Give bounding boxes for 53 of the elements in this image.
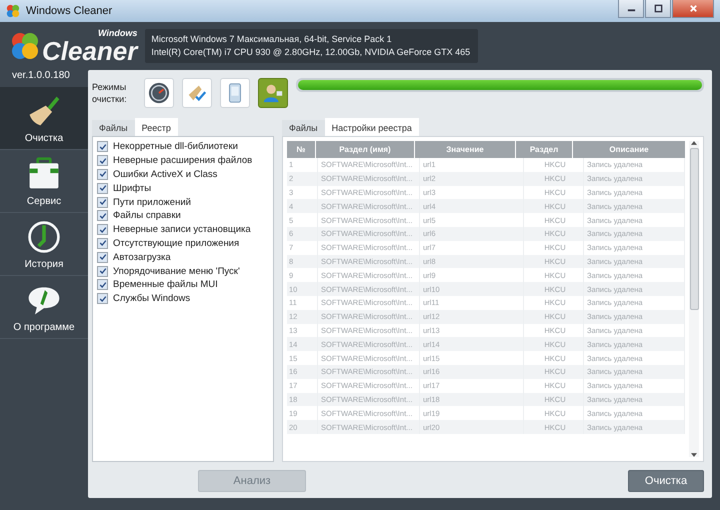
- tab[interactable]: Файлы: [282, 120, 325, 136]
- checkbox[interactable]: [97, 252, 108, 263]
- checkbox-label: Упорядочивание меню 'Пуск': [113, 266, 240, 277]
- checkbox-label: Ошибки ActiveX и Class: [113, 168, 218, 180]
- checkbox[interactable]: [97, 238, 108, 249]
- user-icon: [262, 82, 284, 104]
- checkbox-label: Отсутствующие приложения: [113, 238, 240, 249]
- close-icon: [688, 4, 698, 13]
- mode-button[interactable]: [258, 78, 288, 108]
- app-icon: [6, 4, 20, 18]
- checkbox[interactable]: [97, 168, 108, 180]
- gauge-icon: [148, 82, 170, 104]
- checkbox-label: Файлы справки: [113, 210, 181, 222]
- logo-title: Cleaner: [42, 38, 138, 64]
- modes-label: Режимы очистки:: [92, 81, 128, 105]
- tab[interactable]: Реестр: [134, 118, 178, 136]
- maximize-button[interactable]: [645, 0, 671, 18]
- sidebar-item[interactable]: Очистка: [0, 87, 88, 150]
- checkbox[interactable]: [97, 279, 108, 290]
- clock-icon: [26, 218, 62, 254]
- action-button[interactable]: Очистка: [628, 470, 704, 492]
- checkbox[interactable]: [97, 182, 108, 194]
- checkbox[interactable]: [97, 293, 108, 304]
- sidebar-item[interactable]: О программе: [0, 276, 88, 339]
- checkbox-label: Неверные записи установщика: [113, 224, 251, 236]
- logo-icon: [10, 31, 40, 61]
- checkbox-label: Временные файлы MUI: [113, 279, 218, 290]
- sidebar-item[interactable]: Сервис: [0, 150, 88, 213]
- maximize-icon: [654, 4, 662, 13]
- checkbox[interactable]: [97, 210, 108, 222]
- checkbox-label: Автозагрузка: [113, 252, 171, 263]
- scroll-down-icon[interactable]: [691, 453, 697, 457]
- system-info-line: Microsoft Windows 7 Максимальная, 64-bit, Service Pack 1: [151, 33, 393, 46]
- tab[interactable]: Настройки реестра: [324, 118, 419, 136]
- system-info-line: Intel(R) Core(TM) i7 CPU 930 @ 2.80GHz, 12.00Gb, NVIDIA GeForce GTX 465: [151, 46, 470, 59]
- scroll-up-icon[interactable]: [691, 141, 697, 145]
- logo-subtitle: Windows: [98, 28, 138, 38]
- checkbox[interactable]: [97, 155, 108, 166]
- checkbox-label: Неверные расширения файлов: [113, 155, 252, 166]
- scrollbar[interactable]: [689, 141, 699, 457]
- checkbox-label: Некорретные dll-библиотеки: [113, 141, 238, 152]
- close-button[interactable]: [672, 0, 714, 18]
- checkbox[interactable]: [97, 141, 108, 152]
- window-title: Windows Cleaner: [26, 5, 112, 17]
- checkbox-label: Пути приложений: [113, 196, 191, 208]
- checkbox[interactable]: [97, 266, 108, 277]
- checkbox-label: Службы Windows: [113, 293, 190, 304]
- version-label: ver.1.0.0.180: [11, 70, 71, 83]
- checkbox[interactable]: [97, 224, 108, 236]
- checkbox-label: Шрифты: [113, 182, 152, 194]
- minimize-button[interactable]: [618, 0, 644, 18]
- checkbox[interactable]: [97, 196, 108, 208]
- tab[interactable]: Файлы: [92, 120, 135, 136]
